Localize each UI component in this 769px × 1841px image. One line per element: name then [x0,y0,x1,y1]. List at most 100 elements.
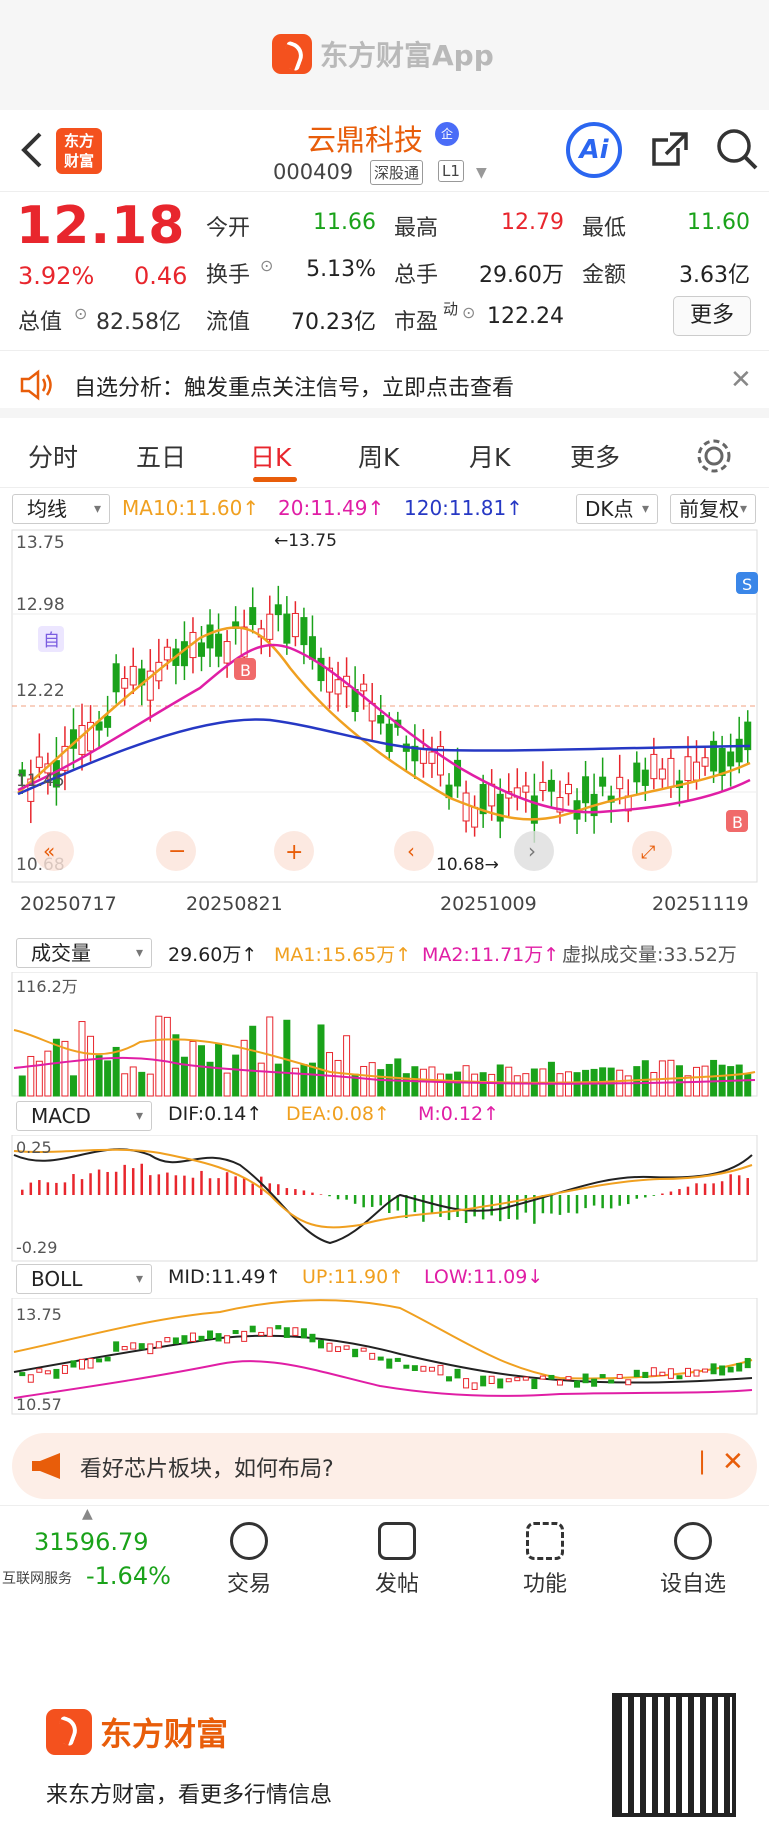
low-value: 11.60 [687,210,750,235]
promo-banner[interactable]: 看好芯片板块，如何布局? | ✕ [12,1433,757,1499]
candle-body [547,779,555,792]
candle-body [334,679,342,695]
volume-bar [35,1060,43,1097]
info-icon[interactable]: ⊙ [260,256,273,275]
boll-candle [582,1373,589,1384]
post-label: 发帖 [374,1572,419,1597]
tab-monthly-k[interactable]: 月K [469,438,510,474]
volume-bar [249,1025,257,1097]
open-value: 11.66 [313,210,376,235]
tab-more[interactable]: 更多 [570,438,620,474]
candle-body [641,769,649,786]
svg-text:−: − [168,839,186,864]
volume-bar [513,1075,521,1097]
boll-candle [283,1327,290,1338]
candle-body [377,715,385,724]
volume-selector[interactable]: 成交量 [16,938,152,968]
boll-candle [275,1325,282,1330]
pe-dynamic-sup: 动 [443,300,459,318]
search-icon[interactable] [714,126,760,172]
trade-label: 交易 [226,1572,271,1597]
trade-button[interactable]: 交易 [204,1516,294,1598]
pe-value: 122.24 [487,304,564,329]
boll-candle [130,1342,137,1350]
tab-daily-k[interactable]: 日K [250,438,291,474]
volume-ma1: MA1:15.65万↑ [274,944,412,966]
volume-bar [52,1038,60,1097]
ai-assistant-button[interactable]: Ai [566,122,622,178]
eastmoney-logo-icon [272,34,312,74]
share-icon[interactable] [648,126,692,170]
eastmoney-brand-icon[interactable]: 东方 财富 [56,128,102,174]
index-change[interactable]: -1.64% [86,1562,171,1590]
close-icon[interactable]: ✕ [730,365,752,395]
volume-value: 29.60万 [479,263,564,288]
close-icon[interactable]: ✕ [722,1447,744,1477]
boll-candle [70,1360,77,1368]
y-tick-3: 12.22 [16,681,65,701]
watchlist-marker-text: 自 [43,631,60,651]
boll-chart: 13.75 10.57 [11,1298,758,1415]
change-percent: 3.92% [18,262,95,290]
candle-body [599,776,607,787]
y-tick-1: 13.75 [16,533,65,553]
kline-chart[interactable]: 13.75 12.98 12.22 11.45 10.68 ←13.75 10.… [0,528,769,938]
boll-candle [266,1327,273,1337]
tab-intraday[interactable]: 分时 [28,438,78,474]
index-name[interactable]: 互联网服务 [2,1568,72,1588]
boll-candle [224,1335,231,1344]
volume-bar [488,1073,496,1097]
footer-ad[interactable]: 东方财富 来东方财富，看更多行情信息 [0,1665,769,1841]
caret-up-icon: ▲ [82,1506,93,1522]
boll-candle [488,1375,495,1384]
boll-candle [693,1369,700,1377]
boll-candle [172,1337,179,1344]
amount-label: 金额 [582,263,627,288]
boll-candle [53,1368,60,1379]
candle-body [283,613,291,644]
turnover-label: 换手 [206,263,251,288]
macd-selector[interactable]: MACD [16,1101,152,1131]
more-quote-button[interactable]: 更多 [673,296,751,336]
ma-selector[interactable]: 均线 [12,494,110,524]
boll-candle [360,1347,367,1352]
footer-tagline: 来东方财富，看更多行情信息 [46,1783,333,1808]
info-icon[interactable]: ⊙ [462,303,475,322]
analysis-alert[interactable]: 自选分析：触发重点关注信号，立即点击查看 ✕ [0,350,769,418]
boll-candle [599,1374,606,1379]
boll-candle [335,1346,342,1352]
boll-candle [96,1358,103,1363]
back-arrow-icon[interactable] [18,130,46,170]
boll-selector[interactable]: BOLL [16,1264,152,1294]
volume-bar [257,1062,265,1097]
candle-body [198,642,205,657]
volume-bar [496,1064,504,1097]
boll-bottom: 10.57 [16,1395,62,1414]
index-value[interactable]: 31596.79 [34,1528,149,1556]
tab-weekly-k[interactable]: 周K [358,438,399,474]
boll-candle [625,1379,632,1386]
boll-candle [505,1378,512,1383]
y-tick-4: 11.45 [16,771,65,791]
boll-candle [377,1356,384,1361]
post-button[interactable]: 发帖 [352,1516,442,1598]
boll-candle [232,1330,239,1335]
volume-bar [69,1075,77,1097]
add-watchlist-button[interactable]: 设自选 [648,1516,738,1598]
virtual-volume: 虚拟成交量:33.52万 [562,944,737,966]
app-download-banner[interactable]: 东方财富App [0,0,769,110]
candle-body [684,756,692,782]
volume-bar [146,1073,154,1097]
settings-gear-icon[interactable] [694,436,734,476]
volume-bar [27,1055,35,1097]
boll-candle [727,1366,734,1373]
app-logo: 东方财富App [272,34,494,74]
info-icon[interactable]: ⊙ [74,304,87,323]
volume-bar [18,1075,26,1097]
adjust-selector[interactable]: 前复权 [670,494,756,524]
boll-candle [87,1358,94,1369]
tab-five-day[interactable]: 五日 [136,438,186,474]
features-button[interactable]: 功能 [500,1516,590,1598]
dk-point-selector[interactable]: DK点 [576,494,658,524]
dropdown-arrow-icon[interactable]: ▼ [476,165,487,181]
